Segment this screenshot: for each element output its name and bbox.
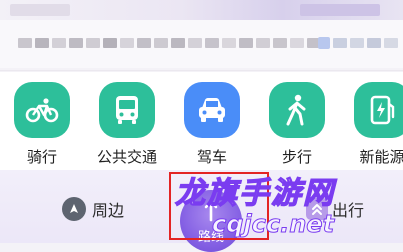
shortcut-walking[interactable]: 步行 [261, 82, 333, 167]
blurred-link-mark [318, 37, 330, 49]
shortcut-public-transit[interactable]: 公共交通 [91, 82, 163, 167]
watermark-url: cqjcc.net [211, 210, 335, 239]
bicycle-icon [14, 82, 70, 138]
travel-label: 出行 [332, 201, 365, 220]
divider [0, 70, 403, 71]
shortcut-label: 步行 [281, 148, 312, 166]
travel-mode-shortcuts: 骑行 公共交通 驾车 步行 新能源 [0, 72, 403, 170]
blurred-link-text [333, 38, 398, 48]
nearby-button[interactable]: 周边 [62, 197, 124, 221]
ev-charging-icon [354, 82, 403, 138]
nearby-label: 周边 [92, 201, 125, 220]
shortcut-cycling[interactable]: 骑行 [6, 82, 78, 167]
search-history-card[interactable] [0, 20, 403, 68]
bus-icon [99, 82, 155, 138]
compass-icon [62, 197, 86, 221]
shortcut-label: 骑行 [26, 148, 57, 166]
shortcut-driving[interactable]: 驾车 [176, 82, 248, 167]
shortcut-label: 驾车 [196, 148, 227, 166]
blurred-header-strip [0, 0, 403, 20]
walk-icon [269, 82, 325, 138]
shortcut-label: 新能源 [359, 148, 403, 166]
blurred-address-text [18, 38, 321, 48]
shortcut-new-energy[interactable]: 新能源 [346, 82, 403, 167]
blurred-text [300, 4, 380, 16]
watermark-text: 龙旗手游网 [174, 175, 335, 211]
shortcut-label: 公共交通 [96, 148, 157, 166]
blurred-text [10, 4, 70, 16]
car-icon [184, 82, 240, 138]
